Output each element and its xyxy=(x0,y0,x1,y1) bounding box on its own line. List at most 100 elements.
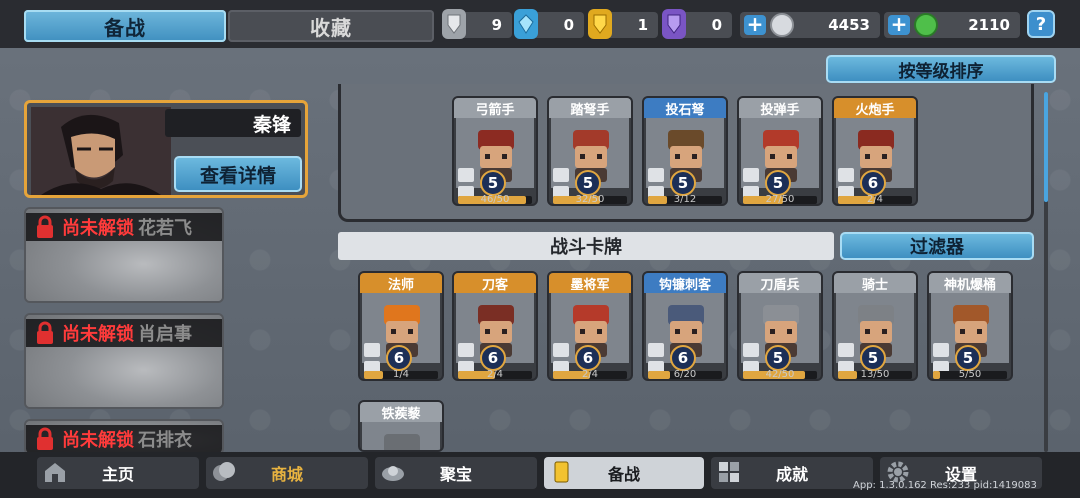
nav-shop[interactable]: 商城 xyxy=(206,457,368,489)
card-level: 5 xyxy=(955,345,981,371)
card-progress: 3/12 xyxy=(648,195,722,204)
card-level: 5 xyxy=(575,170,601,196)
home-icon xyxy=(45,463,65,482)
unit-card[interactable]: 墨将军 6 2/4 xyxy=(547,271,633,381)
treasure-icon xyxy=(382,466,404,481)
nav-home[interactable]: 主页 xyxy=(37,457,199,489)
sort-by-level-button[interactable]: 按等级排序 xyxy=(826,55,1056,83)
card-name: 踏弩手 xyxy=(549,98,631,118)
nav-achievement[interactable]: 成就 xyxy=(711,457,873,489)
card-name: 刀盾兵 xyxy=(739,273,821,293)
progress-text: 2/4 xyxy=(581,369,599,380)
nav-label: 备战 xyxy=(607,465,640,484)
attack-type-icon xyxy=(553,168,569,182)
unit-card[interactable]: 骑士 5 13/50 xyxy=(832,271,918,381)
card-name: 神机爆桶 xyxy=(929,273,1011,293)
card-progress: 1/4 xyxy=(364,369,438,380)
resource-silver-crest: 9 xyxy=(442,9,512,39)
card-level: 5 xyxy=(670,170,696,196)
scrollbar-thumb[interactable] xyxy=(1044,92,1048,202)
shop-icon xyxy=(213,462,235,481)
nav-treasure[interactable]: 聚宝 xyxy=(375,457,537,489)
card-art xyxy=(362,422,440,450)
resource-gold-crest: 1 xyxy=(588,9,658,39)
locked-hero-name: 肖启事 xyxy=(138,324,192,345)
tab-collection[interactable]: 收藏 xyxy=(228,10,434,42)
unit-card[interactable]: 钩镰刺客 6 6/20 xyxy=(642,271,728,381)
card-level: 5 xyxy=(765,345,791,371)
add-gem-button[interactable]: + xyxy=(888,14,910,35)
card-name: 法师 xyxy=(360,273,442,293)
version-footer: App: 1.3.0.162 Res:233 pid:1419083 xyxy=(853,480,1037,491)
unit-card[interactable]: 火炮手 6 2/4 xyxy=(832,96,918,206)
unit-card[interactable]: 铁蒺藜 xyxy=(358,400,444,452)
progress-text: 5/50 xyxy=(958,369,982,380)
locked-hero-name: 花若飞 xyxy=(138,218,192,239)
resource-value: 4453 xyxy=(828,16,870,34)
progress-fill xyxy=(648,371,671,379)
battle-cards-title: 战斗卡牌 xyxy=(338,232,834,260)
progress-text: 27/50 xyxy=(765,194,795,205)
nav-prepare[interactable]: 备战 xyxy=(544,457,704,489)
card-name: 钩镰刺客 xyxy=(644,273,726,293)
unit-portrait xyxy=(376,430,428,450)
resource-value: 0 xyxy=(563,16,574,34)
purple-crest-icon xyxy=(662,9,686,39)
hero-name: 秦锋 xyxy=(165,109,301,137)
resource-green-gem: + 2110 xyxy=(884,12,1020,38)
progress-text: 1/4 xyxy=(392,369,410,380)
progress-fill xyxy=(838,371,858,379)
lock-bar: 尚未解锁 花若飞 xyxy=(26,213,222,241)
card-name: 投弹手 xyxy=(739,98,821,118)
lock-bar: 尚未解锁 肖启事 xyxy=(26,319,222,347)
lock-icon xyxy=(37,321,53,344)
gold-crest-icon xyxy=(588,9,612,39)
nav-label: 聚宝 xyxy=(439,465,472,484)
unit-card[interactable]: 踏弩手 5 32/50 xyxy=(547,96,633,206)
unit-card[interactable]: 刀客 6 2/4 xyxy=(452,271,538,381)
unit-card[interactable]: 投石弩 5 3/12 xyxy=(642,96,728,206)
attack-type-icon xyxy=(648,343,664,357)
lock-bar: 尚未解锁 石排衣 xyxy=(26,425,222,453)
tab-prepare[interactable]: 备战 xyxy=(24,10,226,42)
silver-coin-icon xyxy=(770,13,794,37)
resource-value: 2110 xyxy=(968,16,1010,34)
locked-hero-card[interactable]: 尚未解锁 石排衣 xyxy=(24,419,224,455)
locked-status: 尚未解锁 xyxy=(62,430,134,451)
card-progress: 2/4 xyxy=(458,369,532,380)
unit-card[interactable]: 刀盾兵 5 42/50 xyxy=(737,271,823,381)
unit-card[interactable]: 弓箭手 5 46/50 xyxy=(452,96,538,206)
add-coin-button[interactable]: + xyxy=(744,14,766,35)
help-button[interactable]: ? xyxy=(1027,10,1055,38)
card-name: 骑士 xyxy=(834,273,916,293)
attack-type-icon xyxy=(933,343,949,357)
view-details-button[interactable]: 查看详情 xyxy=(174,156,302,192)
attack-type-icon xyxy=(838,168,854,182)
hero-card[interactable]: 秦锋 查看详情 xyxy=(24,100,308,198)
progress-text: 13/50 xyxy=(860,369,890,380)
locked-hero-card[interactable]: 尚未解锁 肖启事 xyxy=(24,313,224,409)
card-progress: 6/20 xyxy=(648,370,722,379)
locked-hero-card[interactable]: 尚未解锁 花若飞 xyxy=(24,207,224,303)
locked-hero-name: 石排衣 xyxy=(138,430,192,451)
unit-card[interactable]: 投弹手 5 27/50 xyxy=(737,96,823,206)
filter-button[interactable]: 过滤器 xyxy=(840,232,1034,260)
card-progress: 13/50 xyxy=(838,369,912,380)
locked-status: 尚未解锁 xyxy=(62,218,134,239)
card-name: 铁蒺藜 xyxy=(360,402,442,422)
locked-status: 尚未解锁 xyxy=(62,324,134,345)
attack-type-icon xyxy=(743,343,759,357)
progress-text: 2/4 xyxy=(866,194,884,205)
achievement-icon xyxy=(719,462,739,482)
unit-card[interactable]: 法师 6 1/4 xyxy=(358,271,444,381)
progress-text: 2/4 xyxy=(486,369,504,380)
progress-fill xyxy=(648,196,667,204)
unit-card[interactable]: 神机爆桶 5 5/50 xyxy=(927,271,1013,381)
nav-label: 主页 xyxy=(101,465,134,484)
green-gem-icon xyxy=(914,13,938,37)
card-progress: 46/50 xyxy=(458,195,532,204)
attack-type-icon xyxy=(838,343,854,357)
card-name: 弓箭手 xyxy=(454,98,536,118)
resource-value: 1 xyxy=(637,16,648,34)
attack-type-icon xyxy=(364,343,380,357)
